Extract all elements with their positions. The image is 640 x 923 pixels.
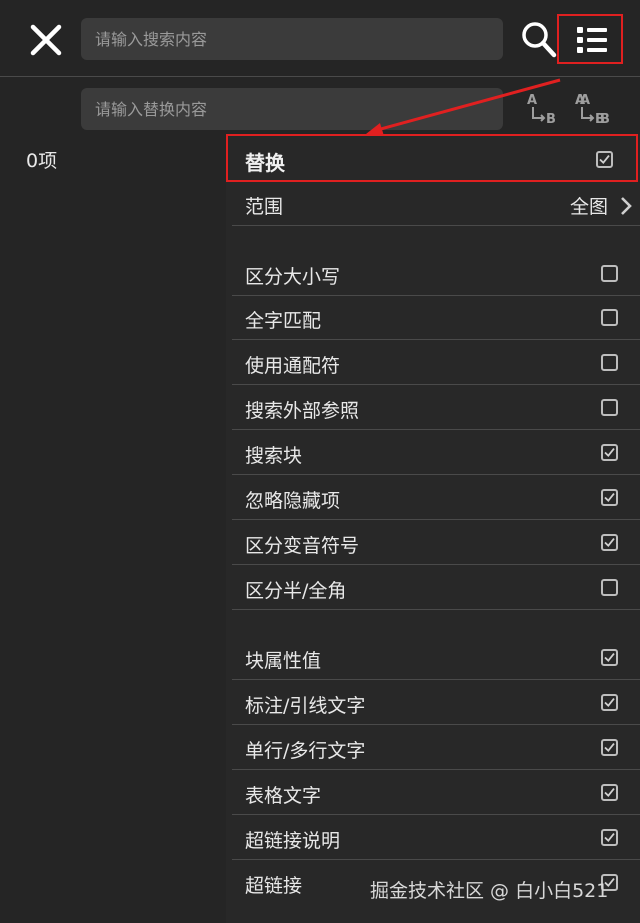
svg-text:A: A — [580, 93, 590, 108]
option-label: 区分变音符号 — [245, 535, 360, 557]
option-checkbox[interactable] — [601, 534, 618, 551]
option-xref-row[interactable]: 搜索外部参照 — [232, 386, 640, 430]
option-label: 全字匹配 — [245, 310, 322, 332]
target-label: 超链接 — [245, 875, 303, 897]
svg-text:B: B — [600, 112, 610, 127]
option-checkbox[interactable] — [601, 354, 618, 371]
target-table-text-row[interactable]: 表格文字 — [232, 771, 640, 815]
replace-toggle-label: 替换 — [245, 151, 285, 175]
scope-value: 全图 — [569, 196, 608, 218]
options-panel: 替换 范围 全图 区分大小写 全字匹配 使用通配符 搜索外部参照 搜索块 忽略隐… — [226, 134, 640, 923]
scope-label: 范围 — [245, 196, 284, 218]
option-search-blocks-row[interactable]: 搜索块 — [232, 431, 640, 475]
replace-checkbox[interactable] — [596, 151, 613, 168]
target-checkbox[interactable] — [601, 829, 618, 846]
option-case-sensitive-row[interactable]: 区分大小写 — [232, 252, 640, 296]
replace-one-icon[interactable]: A B — [524, 90, 562, 128]
top-bar — [0, 0, 640, 77]
replace-input[interactable] — [81, 88, 503, 130]
option-label: 使用通配符 — [245, 355, 341, 377]
target-label: 标注/引线文字 — [245, 695, 366, 717]
target-hyperlink-desc-row[interactable]: 超链接说明 — [232, 816, 640, 860]
replace-toggle-row[interactable]: 替换 — [226, 134, 638, 182]
option-checkbox[interactable] — [601, 489, 618, 506]
close-icon[interactable] — [28, 22, 64, 58]
option-diacritics-row[interactable]: 区分变音符号 — [232, 521, 640, 565]
option-label: 搜索外部参照 — [245, 400, 360, 422]
target-block-attr-row[interactable]: 块属性值 — [232, 636, 640, 680]
scope-row[interactable]: 范围 全图 — [232, 182, 640, 226]
target-label: 块属性值 — [245, 650, 322, 672]
target-checkbox[interactable] — [601, 694, 618, 711]
option-label: 忽略隐藏项 — [245, 490, 341, 512]
target-checkbox[interactable] — [601, 649, 618, 666]
option-label: 区分半/全角 — [245, 580, 347, 602]
options-menu-button[interactable] — [557, 14, 623, 64]
target-text-row[interactable]: 单行/多行文字 — [232, 726, 640, 770]
target-dimension-text-row[interactable]: 标注/引线文字 — [232, 681, 640, 725]
search-input[interactable] — [81, 18, 503, 60]
target-label: 表格文字 — [245, 785, 322, 807]
option-checkbox[interactable] — [601, 579, 618, 596]
svg-text:A: A — [527, 93, 537, 108]
target-label: 单行/多行文字 — [245, 740, 366, 762]
option-half-full-width-row[interactable]: 区分半/全角 — [232, 566, 640, 610]
option-label: 搜索块 — [245, 445, 303, 467]
search-icon[interactable] — [520, 20, 558, 60]
target-checkbox[interactable] — [601, 784, 618, 801]
replace-all-icon[interactable]: A A B B — [573, 90, 613, 128]
option-whole-word-row[interactable]: 全字匹配 — [232, 296, 640, 340]
result-count: 0项 — [26, 150, 58, 172]
option-label: 区分大小写 — [245, 266, 341, 288]
option-checkbox[interactable] — [601, 399, 618, 416]
option-checkbox[interactable] — [601, 309, 618, 326]
watermark: 掘金技术社区 @ 白小白521 — [370, 880, 609, 902]
target-checkbox[interactable] — [601, 739, 618, 756]
svg-text:B: B — [546, 112, 556, 127]
target-label: 超链接说明 — [245, 830, 341, 852]
list-icon — [577, 27, 607, 53]
chevron-right-icon — [620, 196, 632, 220]
option-checkbox[interactable] — [601, 444, 618, 461]
option-wildcard-row[interactable]: 使用通配符 — [232, 341, 640, 385]
option-checkbox[interactable] — [601, 265, 618, 282]
option-ignore-hidden-row[interactable]: 忽略隐藏项 — [232, 476, 640, 520]
